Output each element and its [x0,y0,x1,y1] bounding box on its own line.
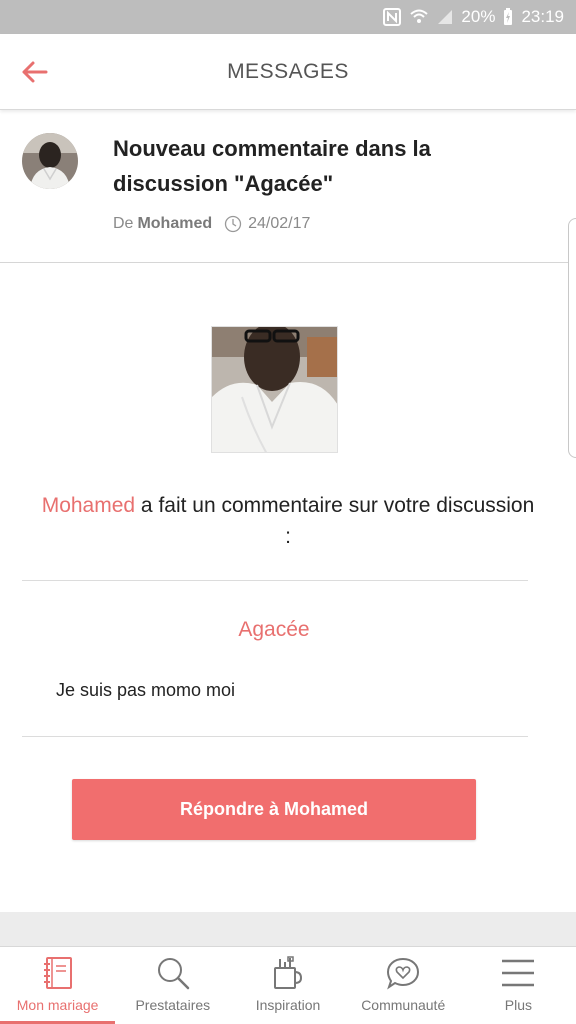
content-footer-band [0,912,576,946]
nav-item-communaute[interactable]: Communauté [346,947,461,1024]
intro-text: a fait un commentaire sur votre discussi… [135,494,535,548]
battery-percent: 20% [461,7,496,26]
bottom-nav: Mon mariage Prestataires Inspiration Com… [0,946,576,1024]
wifi-icon [409,8,429,26]
scroll-indicator[interactable] [568,218,576,458]
nav-label: Inspiration [255,997,321,1013]
app-header: MESSAGES [0,34,576,110]
nav-label: Communauté [361,997,446,1013]
status-time: 23:19 [521,7,564,26]
commenter-name[interactable]: Mohamed [42,494,135,517]
nav-item-mon-mariage[interactable]: Mon mariage [0,947,116,1024]
nav-label: Prestataires [135,997,211,1013]
comment-intro: Mohamed a fait un commentaire sur votre … [40,490,536,552]
inspiration-icon [268,955,308,991]
message-date: 24/02/17 [248,215,311,232]
nfc-icon [383,8,402,26]
from-prefix: De [113,215,134,232]
reply-button[interactable]: Répondre à Mohamed [72,779,476,840]
nav-label: Mon mariage [16,997,99,1013]
page-title: MESSAGES [227,60,349,83]
message-author: Mohamed [137,215,213,232]
chat-heart-icon [383,955,423,991]
search-icon [153,955,193,991]
clock-icon [224,215,242,233]
nav-item-inspiration[interactable]: Inspiration [230,947,345,1024]
notebook-icon [38,955,78,991]
message-summary: Nouveau commentaire dans la discussion "… [0,111,576,263]
battery-charging-icon [503,8,513,26]
message-meta: De Mohamed 24/02/17 [113,215,310,233]
menu-icon [498,955,538,991]
nav-item-plus[interactable]: Plus [461,947,576,1024]
sender-avatar[interactable] [22,133,78,189]
nav-item-prestataires[interactable]: Prestataires [115,947,230,1024]
discussion-name[interactable]: Agacée [0,618,548,642]
comment-text: Je suis pas momo moi [56,680,236,700]
signal-icon [437,9,453,25]
divider [22,580,528,581]
nav-label: Plus [504,997,533,1013]
message-title: Nouveau commentaire dans la discussion "… [113,136,431,196]
status-bar: 20% 23:19 [0,0,576,34]
divider [22,736,528,737]
commenter-photo [211,326,338,453]
